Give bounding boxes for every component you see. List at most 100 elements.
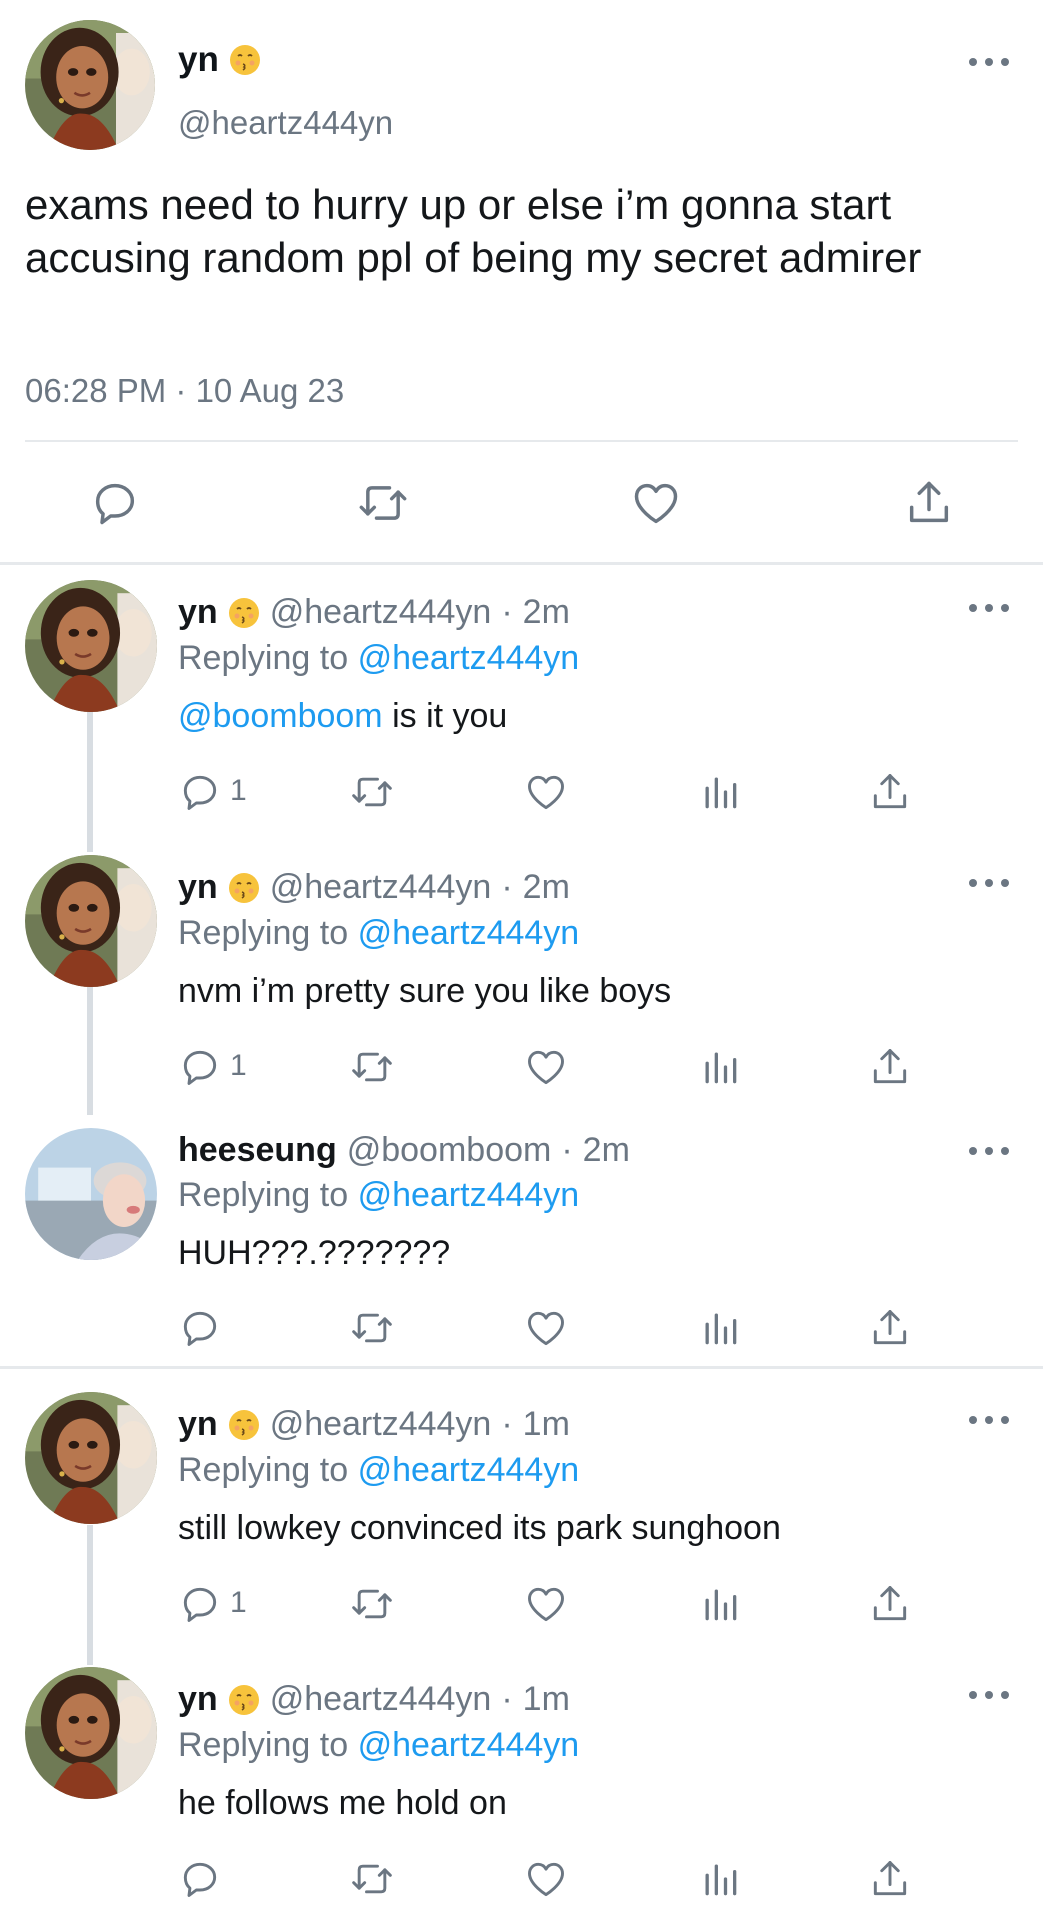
retweet-icon[interactable] xyxy=(350,1306,394,1350)
reply-text: HUH???.??????? xyxy=(178,1234,451,1272)
more-options-icon[interactable] xyxy=(969,52,1009,72)
analytics-icon[interactable] xyxy=(698,1857,742,1901)
analytics-icon[interactable] xyxy=(698,1582,742,1626)
retweet-icon[interactable] xyxy=(350,1582,394,1626)
reply-actions xyxy=(0,1306,1043,1350)
separator-dot: · xyxy=(501,1405,513,1443)
more-options-icon[interactable] xyxy=(969,873,1009,893)
reply-icon[interactable] xyxy=(178,1306,222,1350)
reply-icon[interactable] xyxy=(178,770,222,814)
avatar-image xyxy=(25,20,155,150)
retweet-icon[interactable] xyxy=(350,1857,394,1901)
author-name[interactable]: yn xyxy=(178,40,219,80)
share-icon[interactable] xyxy=(868,770,912,814)
author-handle[interactable]: @heartz444yn xyxy=(178,104,393,142)
reply-count: 1 xyxy=(230,1049,247,1082)
share-icon[interactable] xyxy=(903,477,955,529)
analytics-icon[interactable] xyxy=(698,770,742,814)
reply-actions xyxy=(0,1857,1043,1901)
share-icon[interactable] xyxy=(868,1306,912,1350)
like-icon[interactable] xyxy=(630,477,682,529)
reply-text: nvm i’m pretty sure you like boys xyxy=(178,972,672,1010)
like-icon[interactable] xyxy=(524,1306,568,1350)
reply-header: yn @heartz444yn · 2m xyxy=(178,593,570,632)
thread-line xyxy=(87,987,93,1115)
avatar[interactable] xyxy=(25,855,157,987)
more-options-icon[interactable] xyxy=(969,1410,1009,1430)
replying-to-link[interactable]: @heartz444yn xyxy=(358,1726,580,1764)
section-divider xyxy=(0,1366,1043,1369)
more-options-icon[interactable] xyxy=(969,1685,1009,1705)
mention-link[interactable]: @boomboom xyxy=(178,697,383,735)
replying-to-link[interactable]: @heartz444yn xyxy=(358,914,580,952)
kissing-face-emoji-icon xyxy=(228,1684,260,1716)
share-icon[interactable] xyxy=(868,1045,912,1089)
reply-time: 1m xyxy=(522,1680,570,1718)
replying-to-label: Replying to xyxy=(178,1726,349,1764)
reply-actions: 1 xyxy=(0,1045,1043,1089)
replying-to: Replying to @heartz444yn xyxy=(178,1176,579,1215)
tweet-timestamp: 06:28 PM · 10 Aug 23 xyxy=(25,372,345,409)
reply-author-name[interactable]: yn xyxy=(178,1405,218,1444)
author-name-row[interactable]: yn xyxy=(178,40,261,80)
separator-dot: · xyxy=(501,1680,513,1718)
reply-author-handle[interactable]: @boomboom xyxy=(347,1131,552,1170)
analytics-icon[interactable] xyxy=(698,1045,742,1089)
like-icon[interactable] xyxy=(524,1045,568,1089)
reply-icon[interactable] xyxy=(178,1857,222,1901)
like-icon[interactable] xyxy=(524,770,568,814)
kissing-face-emoji-icon xyxy=(229,44,261,76)
replying-to-label: Replying to xyxy=(178,914,349,952)
avatar[interactable] xyxy=(25,20,155,150)
like-icon[interactable] xyxy=(524,1857,568,1901)
analytics-icon[interactable] xyxy=(698,1306,742,1350)
replying-to-link[interactable]: @heartz444yn xyxy=(358,1176,580,1214)
reply-icon[interactable] xyxy=(178,1045,222,1089)
reply-icon[interactable] xyxy=(89,477,141,529)
replying-to: Replying to @heartz444yn xyxy=(178,639,579,678)
share-icon[interactable] xyxy=(868,1582,912,1626)
section-divider xyxy=(0,562,1043,565)
kissing-face-emoji-icon xyxy=(228,872,260,904)
reply-author-name[interactable]: yn xyxy=(178,593,218,632)
more-options-icon[interactable] xyxy=(969,1141,1009,1161)
reply-text: he follows me hold on xyxy=(178,1784,507,1822)
separator-dot: · xyxy=(501,868,513,906)
reply-author-handle[interactable]: @heartz444yn xyxy=(270,593,492,632)
reply-author-handle[interactable]: @heartz444yn xyxy=(270,1680,492,1719)
reply-time: 1m xyxy=(522,1405,570,1443)
replying-to-link[interactable]: @heartz444yn xyxy=(358,639,580,677)
reply-author-name[interactable]: yn xyxy=(178,868,218,907)
reply-text-body: is it you xyxy=(382,697,508,735)
reply-icon[interactable] xyxy=(178,1582,222,1626)
main-tweet: yn @heartz444yn exams need to hurry up o… xyxy=(0,0,1043,565)
replying-to: Replying to @heartz444yn xyxy=(178,1726,579,1765)
reply-text: @boomboom is it you xyxy=(178,697,507,736)
reply-header: yn @heartz444yn · 1m xyxy=(178,1405,570,1444)
retweet-icon[interactable] xyxy=(357,477,409,529)
avatar[interactable] xyxy=(25,580,157,712)
reply-author-handle[interactable]: @heartz444yn xyxy=(270,1405,492,1444)
reply-count: 1 xyxy=(230,774,247,807)
reply-author-name[interactable]: yn xyxy=(178,1680,218,1719)
kissing-face-emoji-icon xyxy=(228,597,260,629)
reply-header: yn @heartz444yn · 1m xyxy=(178,1680,570,1719)
more-options-icon[interactable] xyxy=(969,598,1009,618)
share-icon[interactable] xyxy=(868,1857,912,1901)
retweet-icon[interactable] xyxy=(350,770,394,814)
avatar[interactable] xyxy=(25,1128,157,1260)
replying-to: Replying to @heartz444yn xyxy=(178,914,579,953)
avatar[interactable] xyxy=(25,1392,157,1524)
separator-dot: · xyxy=(501,593,513,631)
reply-text: still lowkey convinced its park sunghoon xyxy=(178,1509,781,1547)
reply-time: 2m xyxy=(522,593,570,631)
reply-author-handle[interactable]: @heartz444yn xyxy=(270,868,492,907)
replying-to-label: Replying to xyxy=(178,639,349,677)
avatar[interactable] xyxy=(25,1667,157,1799)
like-icon[interactable] xyxy=(524,1582,568,1626)
replying-to-link[interactable]: @heartz444yn xyxy=(358,1451,580,1489)
reply-actions: 1 xyxy=(0,1582,1043,1626)
retweet-icon[interactable] xyxy=(350,1045,394,1089)
reply-author-name[interactable]: heeseung xyxy=(178,1131,337,1170)
replying-to: Replying to @heartz444yn xyxy=(178,1451,579,1490)
